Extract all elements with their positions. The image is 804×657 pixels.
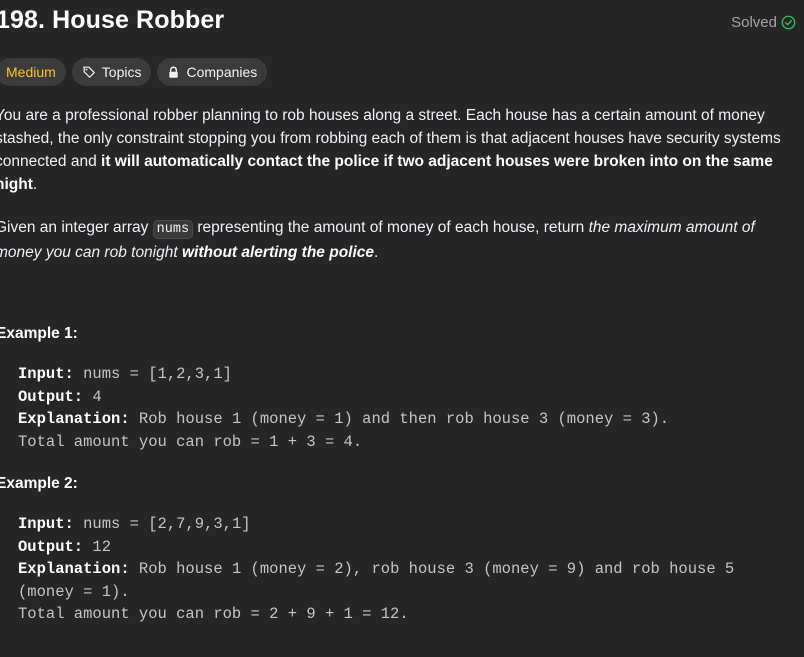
explanation-label: Explanation: — [18, 410, 130, 428]
output-label: Output: — [18, 387, 84, 406]
example-2-heading: Example 2: — [0, 475, 78, 492]
companies-button[interactable]: Companies — [157, 58, 268, 86]
input-value: nums = [1,2,3,1] — [73, 365, 232, 383]
inline-code-nums: nums — [152, 220, 194, 239]
lock-icon — [167, 66, 180, 79]
description-text: . — [374, 244, 379, 261]
example-2-explanation: Explanation: Rob house 1 (money = 2), ro… — [18, 558, 734, 581]
example-1-explanation-line-2: Total amount you can rob = 1 + 3 = 4. — [18, 432, 363, 451]
example-2-explanation-line-3: Total amount you can rob = 2 + 9 + 1 = 1… — [18, 605, 409, 623]
description-text: representing the amount of money of each… — [193, 219, 589, 236]
description-text: . — [32, 176, 38, 193]
companies-label: Companies — [186, 64, 258, 80]
problem-title[interactable]: 198. House Robber — [0, 6, 224, 35]
example-2-block: Input: nums = [2,7,9,3,1] Output: 12 Expla… — [18, 513, 734, 626]
solved-status: Solved — [731, 14, 796, 31]
example-2-input: Input: nums = [2,7,9,3,1] — [18, 513, 734, 536]
topics-button[interactable]: Topics — [71, 58, 152, 86]
description-bold-italic-text: without alerting the police — [181, 244, 375, 261]
example-1-output: Output: 4 — [18, 386, 669, 409]
description-text: Given an integer array — [0, 219, 153, 236]
tag-bar: Medium Topics Companies — [0, 58, 268, 86]
title-row: 198. House Robber Solved — [0, 6, 804, 42]
explanation-text: Rob house 1 (money = 2), rob house 3 (mo… — [129, 560, 735, 578]
description-paragraph-2: Given an integer array nums representing… — [0, 216, 803, 264]
example-2-output: Output: 12 — [18, 536, 734, 559]
description-bold-text: it will automatically contact the police… — [0, 153, 773, 193]
example-1-block: Input: nums = [1,2,3,1] Output: 4 Explanat… — [18, 363, 669, 453]
tag-icon — [82, 65, 96, 79]
example-2-explanation-line-2: (money = 1). — [18, 582, 130, 601]
problem-description-panel: 198. House Robber Solved Medium Topics C… — [0, 0, 804, 657]
input-label: Input: — [18, 365, 74, 383]
explanation-text: Rob house 1 (money = 1) and then rob hou… — [129, 410, 670, 428]
difficulty-badge[interactable]: Medium — [0, 58, 66, 86]
output-value: 12 — [83, 537, 112, 556]
check-circle-icon — [781, 15, 796, 30]
example-1-explanation: Explanation: Rob house 1 (money = 1) and… — [18, 408, 669, 431]
input-label: Input: — [18, 515, 74, 533]
example-1-input: Input: nums = [1,2,3,1] — [18, 363, 669, 386]
topics-label: Topics — [101, 64, 142, 80]
output-value: 4 — [83, 387, 102, 406]
explanation-label: Explanation: — [18, 560, 130, 578]
input-value: nums = [2,7,9,3,1] — [73, 515, 251, 533]
output-label: Output: — [18, 537, 84, 556]
description-paragraph-1: You are a professional robber planning t… — [0, 104, 803, 196]
solved-label: Solved — [731, 14, 777, 31]
example-1-heading: Example 1: — [0, 325, 78, 342]
